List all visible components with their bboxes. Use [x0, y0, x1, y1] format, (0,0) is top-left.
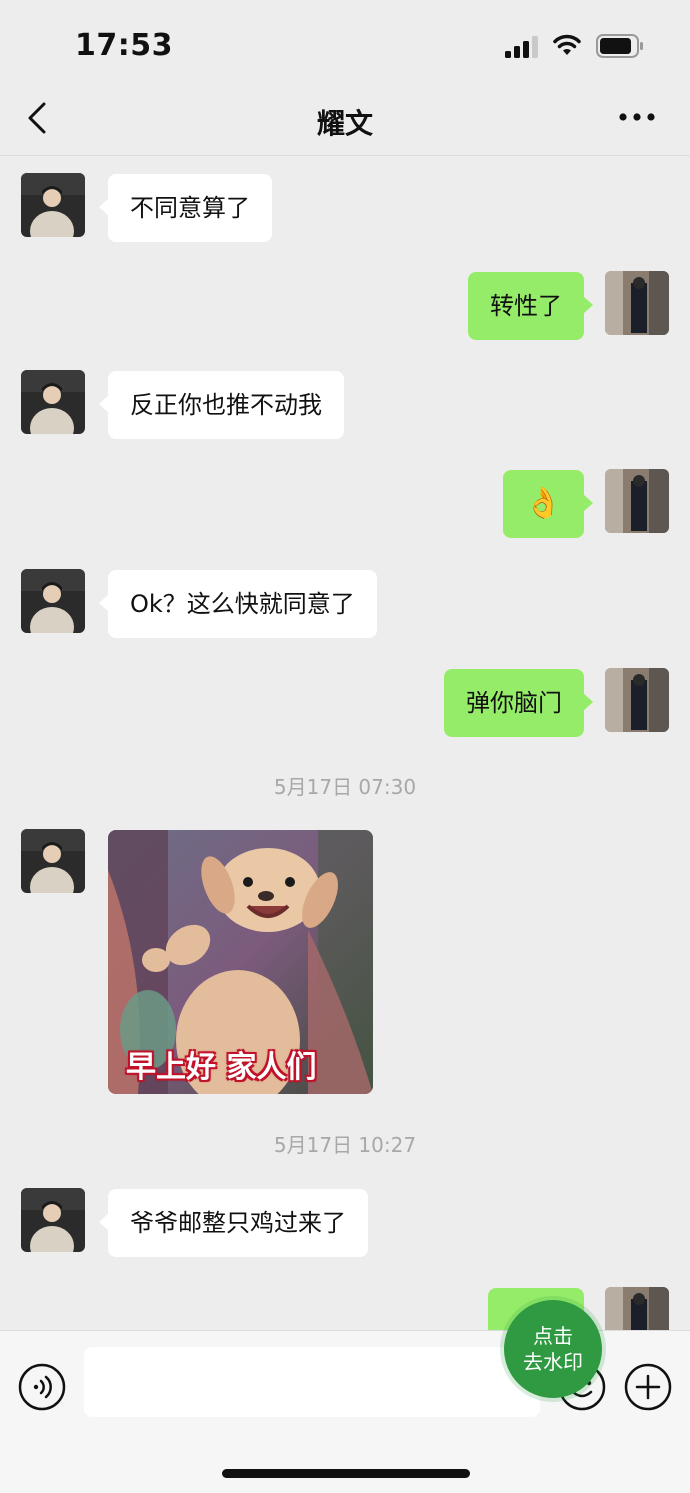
- remove-watermark-line2: 去水印: [523, 1350, 583, 1374]
- voice-icon[interactable]: [18, 1363, 66, 1411]
- message-bubble-incoming[interactable]: 反正你也推不动我: [99, 371, 344, 439]
- message-bubble-incoming[interactable]: 不同意算了: [99, 174, 272, 242]
- more-dots-icon[interactable]: [614, 102, 660, 132]
- wifi-icon: [553, 34, 581, 55]
- contact-avatar[interactable]: [21, 569, 85, 633]
- contact-avatar[interactable]: [21, 829, 85, 893]
- message-bubble-outgoing[interactable]: 弹你脑门: [444, 669, 593, 737]
- contact-avatar[interactable]: [21, 173, 85, 237]
- home-indicator: [222, 1469, 470, 1478]
- status-bar: 17:53: [0, 0, 690, 90]
- my-avatar[interactable]: [605, 469, 669, 533]
- my-avatar[interactable]: [605, 668, 669, 732]
- chat-header: 耀文: [0, 90, 690, 156]
- contact-avatar[interactable]: [21, 370, 85, 434]
- status-time: 17:53: [75, 28, 173, 63]
- remove-watermark-line1: 点击: [533, 1324, 573, 1348]
- message-list[interactable]: 不同意算了 转性了 反正你也推不动我 👌 Ok？这么快就同意了 弹你脑门 5月1…: [0, 157, 690, 1330]
- sticker-image[interactable]: 早上好 家人们: [108, 830, 373, 1094]
- sticker-caption: 早上好 家人们: [126, 1050, 317, 1085]
- remove-watermark-button[interactable]: 点击 去水印: [504, 1300, 602, 1398]
- battery-icon: [596, 34, 643, 58]
- chat-title: 耀文: [316, 107, 373, 140]
- my-avatar[interactable]: [605, 1287, 669, 1330]
- message-bubble-incoming[interactable]: 爷爷邮整只鸡过来了: [99, 1189, 368, 1257]
- plus-circle-icon[interactable]: [624, 1363, 672, 1411]
- message-timestamp: 5月17日 07:30: [273, 775, 417, 799]
- message-bubble-outgoing[interactable]: 👌: [502, 470, 594, 538]
- message-timestamp: 5月17日 10:27: [273, 1133, 417, 1157]
- my-avatar[interactable]: [605, 271, 669, 335]
- message-input[interactable]: [84, 1347, 540, 1417]
- message-bubble-incoming[interactable]: Ok？这么快就同意了: [99, 570, 377, 638]
- message-bubble-outgoing[interactable]: 转性了: [468, 272, 593, 340]
- cellular-signal-icon: [505, 36, 538, 58]
- contact-avatar[interactable]: [21, 1188, 85, 1252]
